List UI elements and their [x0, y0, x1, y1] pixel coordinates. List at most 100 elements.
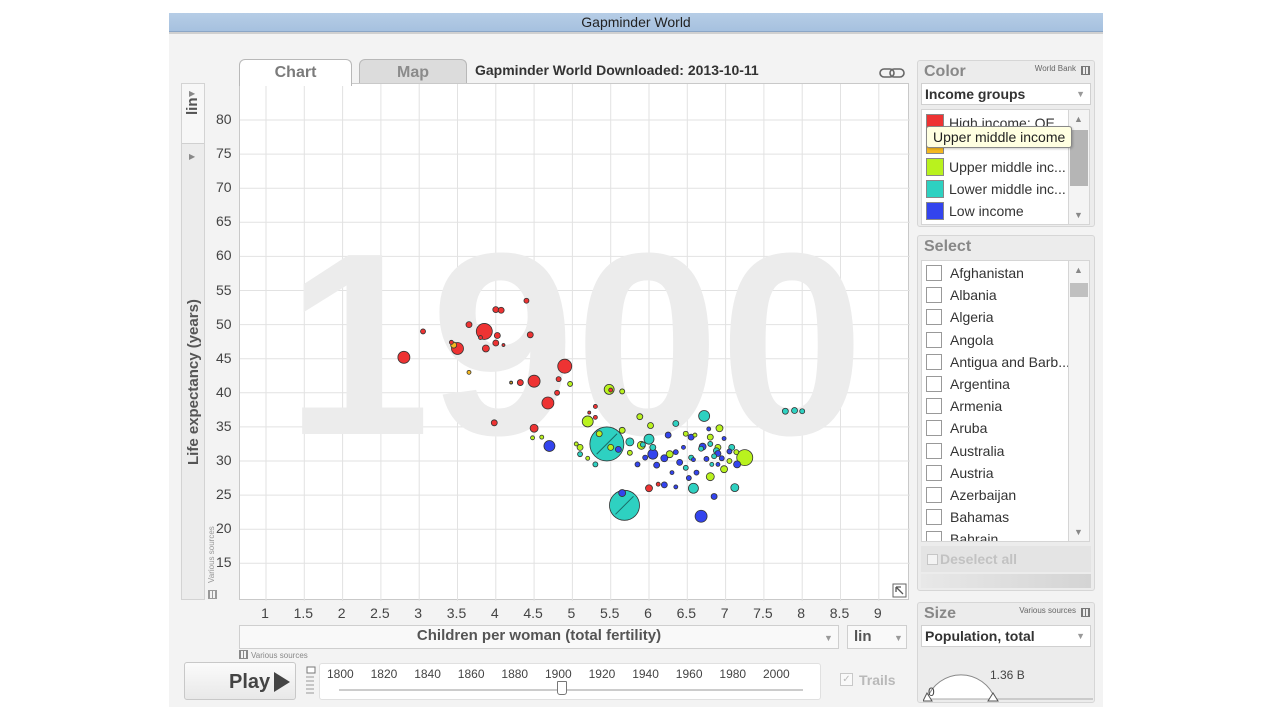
country-bubble[interactable]: [618, 489, 627, 497]
legend-item[interactable]: Upper middle inc...: [925, 157, 1070, 177]
country-bubble[interactable]: [481, 344, 490, 353]
country-bubble[interactable]: [516, 379, 524, 386]
country-checkbox[interactable]: [926, 287, 942, 304]
country-item[interactable]: Armenia: [926, 396, 1066, 416]
country-bubble[interactable]: [625, 437, 635, 447]
scroll-thumb[interactable]: [1070, 130, 1088, 186]
size-gauge[interactable]: 0 1.36 B: [923, 649, 1103, 703]
country-bubble[interactable]: [726, 448, 733, 455]
scroll-down-icon[interactable]: ▼: [1074, 210, 1083, 220]
country-checkbox[interactable]: [926, 531, 942, 541]
legend-item[interactable]: Lower middle inc...: [925, 179, 1070, 199]
country-checkbox[interactable]: [926, 420, 942, 437]
country-bubble[interactable]: [720, 465, 728, 474]
country-bubble[interactable]: [541, 396, 555, 410]
country-bubble[interactable]: [607, 443, 615, 451]
country-bubble[interactable]: [733, 460, 741, 469]
country-bubble[interactable]: [592, 404, 598, 409]
country-checkbox[interactable]: [926, 487, 942, 503]
country-bubble[interactable]: [653, 461, 661, 469]
country-checkbox[interactable]: [926, 309, 942, 326]
country-bubble[interactable]: [706, 433, 714, 441]
country-checkbox[interactable]: [926, 442, 942, 459]
country-bubble[interactable]: [799, 408, 806, 415]
country-bubble[interactable]: [626, 449, 633, 456]
tab-chart[interactable]: Chart: [239, 59, 352, 86]
country-checkbox[interactable]: [926, 376, 942, 392]
country-bubble[interactable]: [721, 436, 727, 441]
country-item[interactable]: Bahamas: [926, 507, 1066, 527]
country-checkbox[interactable]: [926, 265, 942, 281]
country-item[interactable]: Austria: [926, 463, 1066, 483]
table-icon[interactable]: [208, 590, 217, 599]
trails-label[interactable]: Trails: [859, 672, 896, 688]
country-bubble[interactable]: [526, 331, 534, 339]
country-bubble[interactable]: [592, 461, 599, 468]
link-icon[interactable]: [878, 66, 908, 80]
country-bubble[interactable]: [707, 441, 714, 447]
country-bubble[interactable]: [642, 454, 649, 461]
country-bubble[interactable]: [577, 451, 583, 458]
deselect-all-button[interactable]: Deselect all: [921, 546, 1091, 572]
chart-plot-area[interactable]: 1900: [239, 83, 910, 601]
country-bubble[interactable]: [711, 453, 718, 460]
country-bubble[interactable]: [595, 430, 603, 438]
country-bubble[interactable]: [693, 469, 700, 476]
country-bubble[interactable]: [718, 455, 725, 462]
scroll-up-icon[interactable]: ▲: [1074, 114, 1083, 124]
country-bubble[interactable]: [655, 481, 661, 487]
country-bubble[interactable]: [539, 434, 545, 440]
country-bubble[interactable]: [636, 413, 644, 421]
country-bubble[interactable]: [448, 339, 454, 345]
timeline-track[interactable]: [339, 689, 803, 691]
country-bubble[interactable]: [647, 422, 654, 429]
country-bubble[interactable]: [645, 484, 653, 493]
legend-swatch[interactable]: [926, 158, 944, 176]
country-bubble[interactable]: [781, 407, 789, 415]
country-bubble[interactable]: [557, 358, 573, 374]
country-checkbox[interactable]: [926, 464, 942, 481]
size-indicator-dropdown[interactable]: Population, total ▼: [921, 625, 1091, 647]
country-bubble[interactable]: [530, 435, 535, 441]
expand-icon[interactable]: [892, 583, 907, 598]
country-checkbox[interactable]: [926, 331, 942, 348]
chevron-down-icon[interactable]: ▼: [824, 633, 833, 643]
table-icon[interactable]: [1081, 66, 1090, 75]
country-bubble[interactable]: [660, 481, 668, 489]
country-bubble[interactable]: [543, 440, 556, 452]
country-bubble[interactable]: [672, 420, 680, 427]
country-bubble[interactable]: [649, 443, 657, 451]
scroll-thumb[interactable]: [1070, 283, 1088, 297]
country-bubble[interactable]: [501, 343, 506, 347]
color-indicator-dropdown[interactable]: Income groups ▼: [921, 83, 1091, 105]
country-bubble[interactable]: [397, 350, 411, 364]
country-item[interactable]: Azerbaijan: [926, 485, 1066, 505]
country-bubble[interactable]: [420, 328, 426, 335]
country-bubble[interactable]: [669, 470, 675, 475]
country-bubble[interactable]: [634, 461, 641, 468]
country-bubble[interactable]: [664, 431, 672, 439]
country-checkbox[interactable]: [926, 509, 942, 526]
country-bubble[interactable]: [681, 444, 686, 450]
trails-checkbox[interactable]: ✓: [840, 673, 853, 686]
country-bubble[interactable]: [608, 387, 614, 393]
country-bubble[interactable]: [682, 430, 689, 437]
country-bubble[interactable]: [585, 455, 591, 461]
country-bubble[interactable]: [673, 484, 679, 490]
country-bubble[interactable]: [791, 407, 798, 414]
country-bubble[interactable]: [554, 389, 560, 396]
country-bubble[interactable]: [465, 321, 473, 329]
country-bubble[interactable]: [587, 410, 592, 415]
country-bubble[interactable]: [493, 332, 501, 339]
country-bubble[interactable]: [672, 449, 679, 456]
country-bubble[interactable]: [618, 426, 626, 434]
country-bubble[interactable]: [660, 454, 669, 463]
legend-item[interactable]: Low income: [925, 201, 1070, 221]
country-bubble[interactable]: [555, 376, 562, 383]
country-item[interactable]: Argentina: [926, 374, 1066, 394]
x-axis-title[interactable]: Children per woman (total fertility): [239, 627, 839, 644]
country-bubble[interactable]: [715, 462, 721, 467]
country-bubble[interactable]: [529, 423, 539, 433]
table-icon[interactable]: [239, 650, 248, 659]
country-item[interactable]: Aruba: [926, 418, 1066, 438]
